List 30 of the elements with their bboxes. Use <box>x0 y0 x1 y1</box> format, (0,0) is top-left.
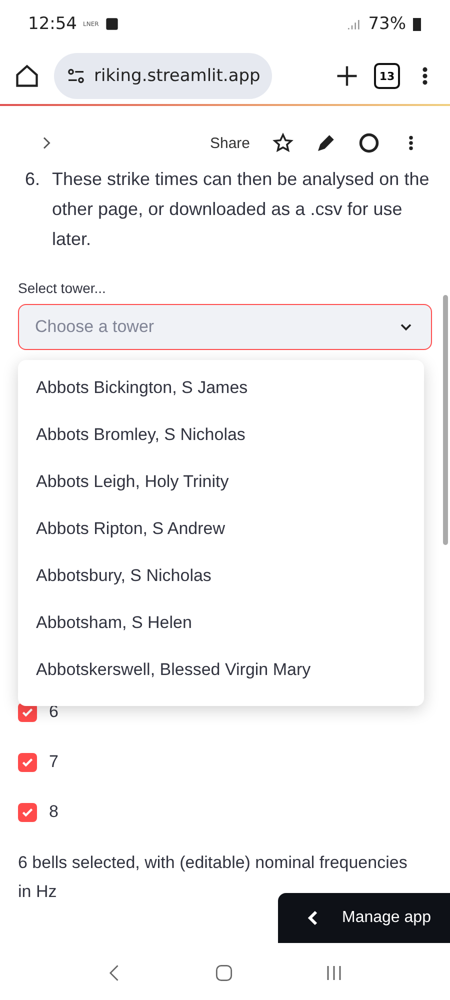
scrollbar[interactable] <box>443 295 448 545</box>
dropdown-option[interactable]: Abbots Leigh, Holy Trinity <box>18 458 424 505</box>
tab-count-button[interactable]: 13 <box>374 63 400 89</box>
checkbox-label: 7 <box>49 752 58 772</box>
edit-icon[interactable] <box>316 133 336 153</box>
chevron-left-icon <box>306 910 320 926</box>
address-bar[interactable]: riking.streamlit.app <box>54 53 272 99</box>
star-icon[interactable] <box>272 132 294 154</box>
battery-level: 73% <box>368 14 406 34</box>
checkbox-label: 8 <box>49 802 58 822</box>
dropdown-option[interactable]: Abbotsbury, S Nicholas <box>18 552 424 599</box>
settings-icon <box>66 66 86 86</box>
dropdown-option[interactable]: Abbotsham, S Helen <box>18 599 424 646</box>
dropdown-option[interactable]: Abbotskerswell, Blessed Virgin Mary <box>18 646 424 693</box>
instruction-text: These strike times can then be analysed on the other page, or downloaded as a .csv for use later. <box>52 168 430 251</box>
check-icon <box>21 706 34 718</box>
list-number: 6. <box>24 168 40 191</box>
manage-app-button[interactable]: Manage app <box>278 893 450 943</box>
share-button[interactable]: Share <box>210 134 250 152</box>
check-icon <box>21 756 34 768</box>
checkbox[interactable] <box>18 802 37 822</box>
dropdown-option[interactable]: Abbots Bickington, S James <box>18 364 424 411</box>
checkbox[interactable] <box>18 752 37 772</box>
dropdown-option[interactable]: Abbots Ripton, S Andrew <box>18 505 424 552</box>
battery-icon <box>412 16 422 32</box>
clock: 12:54 <box>28 14 77 34</box>
home-icon[interactable] <box>14 63 40 89</box>
check-icon <box>21 806 34 818</box>
select-label: Select tower... <box>18 280 107 296</box>
dropdown-option[interactable]: Abbots Bromley, S Nicholas <box>18 411 424 458</box>
